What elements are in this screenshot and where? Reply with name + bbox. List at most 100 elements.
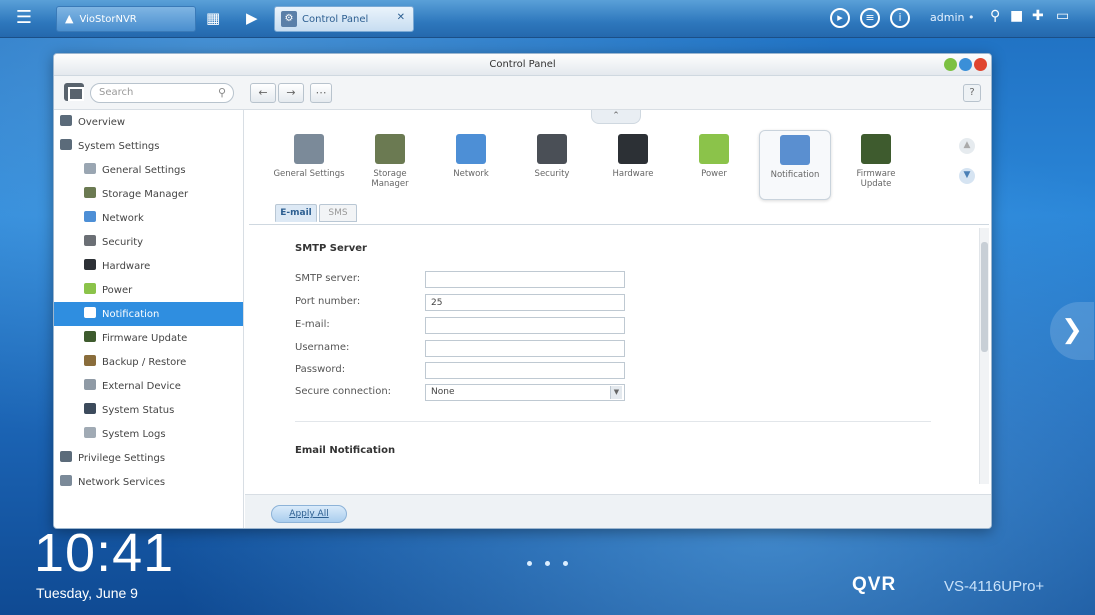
storage-icon xyxy=(84,187,96,198)
minimize-icon[interactable] xyxy=(944,58,957,71)
sidebar-item-privilege-settings[interactable]: Privilege Settings xyxy=(54,446,243,470)
app-notification[interactable]: Notification xyxy=(759,130,831,200)
scroll-up-icon[interactable]: ▲ xyxy=(959,138,975,154)
app-firmware-update[interactable]: Firmware Update xyxy=(840,130,912,200)
dashboard-icon[interactable]: ≡ xyxy=(860,8,880,28)
page-dot[interactable] xyxy=(563,561,568,566)
sidebar-item-security[interactable]: Security xyxy=(54,230,243,254)
brand-logo: QVR xyxy=(852,574,897,595)
control-panel-window: Control Panel Search ⚲ ← → ⋯ ? Overview S… xyxy=(53,53,992,529)
backup-icon xyxy=(84,355,96,366)
window-tab-control-panel[interactable]: ⚙ Control Panel ✕ xyxy=(274,6,414,32)
email-settings-content: SMTP Server SMTP server: Port number: E-… xyxy=(249,224,989,490)
app-hardware[interactable]: Hardware xyxy=(597,130,669,200)
app-label: Firmware Update xyxy=(856,169,896,189)
forward-button[interactable]: → xyxy=(278,83,304,103)
taskbar: ☰ ▲ VioStorNVR ▦ ▶ ⚙ Control Panel ✕ ▸ ≡ i… xyxy=(0,0,1095,38)
sidebar-item-system-logs[interactable]: System Logs xyxy=(54,422,243,446)
control-panel-icon: ⚙ xyxy=(281,11,297,27)
sidebar-item-network-services[interactable]: Network Services xyxy=(54,470,243,494)
tab-email[interactable]: E-mail xyxy=(275,204,317,222)
storage-manager-icon xyxy=(375,134,405,164)
back-button[interactable]: ← xyxy=(250,83,276,103)
content-scrollbar[interactable] xyxy=(979,228,989,484)
sidebar-item-label: Notification xyxy=(102,309,160,320)
close-icon[interactable] xyxy=(974,58,987,71)
maximize-icon[interactable] xyxy=(959,58,972,71)
sidebar-item-power[interactable]: Power xyxy=(54,278,243,302)
network-status-icon[interactable]: ✚ xyxy=(1032,8,1044,24)
app-power[interactable]: Power xyxy=(678,130,750,200)
smtp-server-input[interactable] xyxy=(425,271,625,288)
secure-connection-label: Secure connection: xyxy=(295,386,392,397)
window-titlebar: Control Panel xyxy=(54,54,991,76)
sidebar-item-overview[interactable]: Overview xyxy=(54,110,243,134)
sidebar-item-storage-manager[interactable]: Storage Manager xyxy=(54,182,243,206)
next-page-arrow[interactable]: ❯ xyxy=(1050,302,1094,360)
sidebar-item-external-device[interactable]: External Device xyxy=(54,374,243,398)
sidebar-item-label: Backup / Restore xyxy=(102,357,187,368)
smtp-server-label: SMTP server: xyxy=(295,273,361,284)
search-icon[interactable]: ⚲ xyxy=(990,8,1000,24)
password-label: Password: xyxy=(295,364,346,375)
sidebar-item-label: Overview xyxy=(78,117,126,128)
username-input[interactable] xyxy=(425,340,625,357)
app-label: Security xyxy=(534,169,570,179)
sidebar-item-hardware[interactable]: Hardware xyxy=(54,254,243,278)
system-status-icon xyxy=(84,403,96,414)
smtp-section-title: SMTP Server xyxy=(295,243,367,254)
layout-toggle-icon[interactable] xyxy=(64,83,84,101)
monitor-icon[interactable]: ▭ xyxy=(1056,8,1069,24)
play-icon[interactable]: ▶ xyxy=(246,9,258,27)
page-dot[interactable] xyxy=(527,561,532,566)
sidebar-item-general-settings[interactable]: General Settings xyxy=(54,158,243,182)
app-storage-manager[interactable]: Storage Manager xyxy=(354,130,426,200)
help-icon[interactable]: ■ xyxy=(1010,8,1023,24)
sidebar-item-label: Privilege Settings xyxy=(78,453,166,464)
notification-icon xyxy=(780,135,810,165)
sidebar-item-network[interactable]: Network xyxy=(54,206,243,230)
search-input[interactable]: Search ⚲ xyxy=(90,83,234,103)
sidebar-item-label: System Settings xyxy=(78,141,160,152)
show-desktop-icon[interactable]: ▦ xyxy=(206,9,220,27)
apply-all-button[interactable]: Apply All xyxy=(271,505,347,523)
network-icon xyxy=(84,211,96,222)
sidebar-item-backup-restore[interactable]: Backup / Restore xyxy=(54,350,243,374)
email-input[interactable] xyxy=(425,317,625,334)
app-network[interactable]: Network xyxy=(435,130,507,200)
section-divider xyxy=(295,421,931,422)
port-number-input[interactable] xyxy=(425,294,625,311)
scrollbar-thumb[interactable] xyxy=(981,242,988,352)
general-settings-icon xyxy=(294,134,324,164)
desktop-date: Tuesday, June 9 xyxy=(36,585,138,601)
user-menu[interactable]: admin • xyxy=(930,11,974,24)
app-general-settings[interactable]: General Settings xyxy=(273,130,345,200)
sidebar-item-notification[interactable]: Notification xyxy=(54,302,243,326)
sidebar-item-system-status[interactable]: System Status xyxy=(54,398,243,422)
secure-connection-select[interactable]: None ▼ xyxy=(425,384,625,401)
page-dot[interactable] xyxy=(545,561,550,566)
secure-connection-value: None xyxy=(431,387,455,397)
sidebar-item-label: General Settings xyxy=(102,165,186,176)
info-icon[interactable]: i xyxy=(890,8,910,28)
help-button[interactable]: ? xyxy=(963,84,981,102)
close-tab-icon[interactable]: ✕ xyxy=(397,12,405,23)
main-menu-icon[interactable]: ☰ xyxy=(14,9,34,29)
sidebar-item-label: System Logs xyxy=(102,429,166,440)
sidebar-item-label: Hardware xyxy=(102,261,151,272)
scroll-down-icon[interactable]: ▼ xyxy=(959,168,975,184)
external-device-icon xyxy=(84,379,96,390)
sidebar-item-label: Network xyxy=(102,213,144,224)
sidebar-item-system-settings[interactable]: System Settings xyxy=(54,134,243,158)
firmware-update-icon xyxy=(861,134,891,164)
password-input[interactable] xyxy=(425,362,625,379)
event-icon[interactable]: ▸ xyxy=(830,8,850,28)
port-number-label: Port number: xyxy=(295,296,361,307)
tab-sms[interactable]: SMS xyxy=(319,204,357,222)
home-tab[interactable]: ▲ VioStorNVR xyxy=(56,6,196,32)
app-security[interactable]: Security xyxy=(516,130,588,200)
window-title: Control Panel xyxy=(489,59,556,70)
app-label: Notification xyxy=(770,170,820,180)
grid-view-button[interactable]: ⋯ xyxy=(310,83,332,103)
sidebar-item-firmware-update[interactable]: Firmware Update xyxy=(54,326,243,350)
